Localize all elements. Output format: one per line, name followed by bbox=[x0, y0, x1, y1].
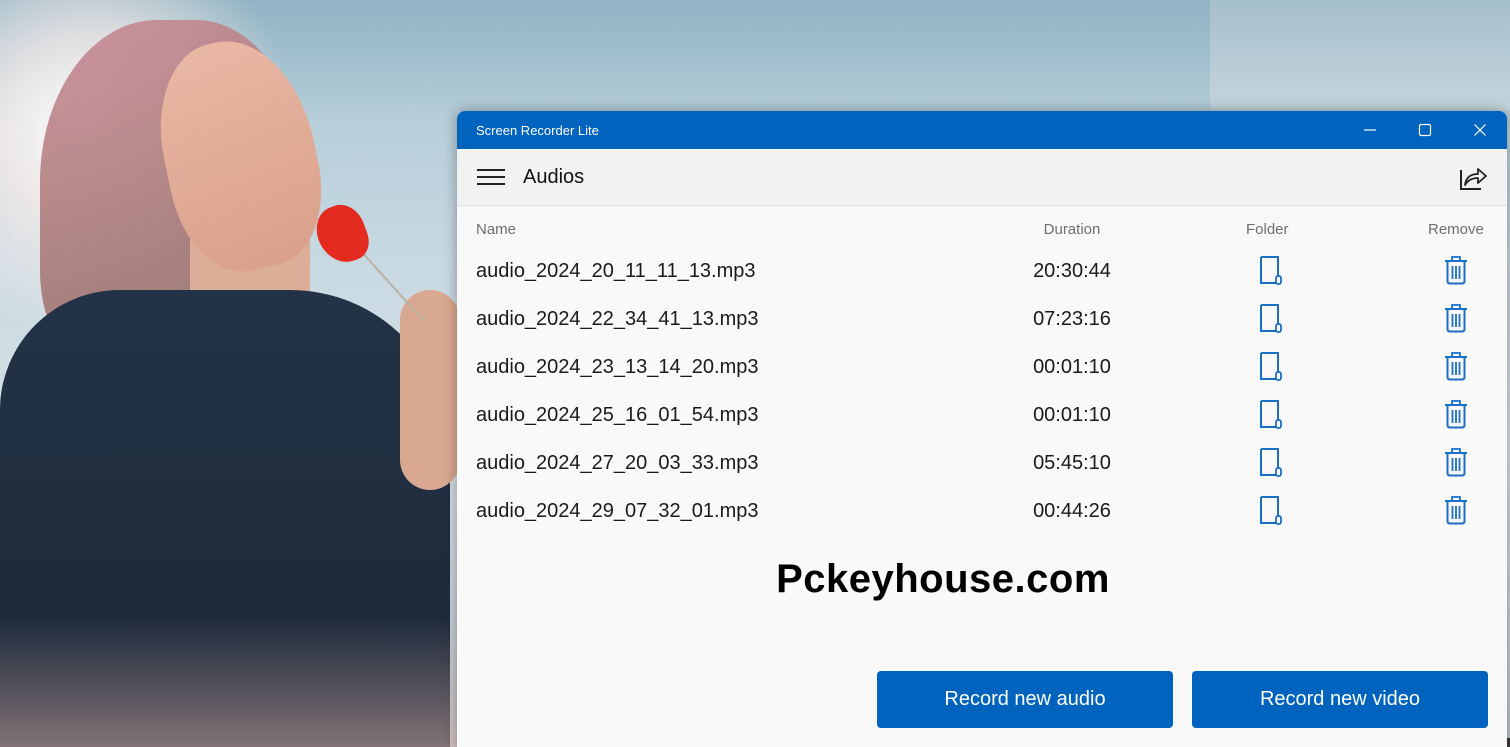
app-window: Screen Recorder Lite Audios Name Duratio… bbox=[457, 111, 1507, 747]
background-grass bbox=[0, 617, 460, 747]
column-header-name[interactable]: Name bbox=[476, 221, 516, 238]
file-name: audio_2024_22_34_41_13.mp3 bbox=[476, 308, 759, 330]
table-row[interactable]: audio_2024_27_20_03_33.mp3 05:45:10 bbox=[457, 444, 1507, 492]
file-duration: 00:44:26 bbox=[1033, 500, 1111, 522]
remove-button[interactable] bbox=[1441, 494, 1471, 526]
file-duration: 20:30:44 bbox=[1033, 260, 1111, 282]
maximize-button[interactable] bbox=[1397, 111, 1452, 149]
close-button[interactable] bbox=[1452, 111, 1507, 149]
file-name: audio_2024_29_07_32_01.mp3 bbox=[476, 500, 759, 522]
file-duration: 00:01:10 bbox=[1033, 356, 1111, 378]
file-duration: 00:01:10 bbox=[1033, 404, 1111, 426]
share-button[interactable] bbox=[1457, 163, 1489, 193]
file-name: audio_2024_25_16_01_54.mp3 bbox=[476, 404, 759, 426]
background-woman-arm bbox=[400, 290, 460, 490]
trash-icon bbox=[1445, 496, 1467, 525]
menu-button[interactable] bbox=[474, 165, 508, 189]
trash-icon bbox=[1445, 400, 1467, 429]
column-header-folder: Folder bbox=[1246, 221, 1289, 238]
file-duration: 05:45:10 bbox=[1033, 452, 1111, 474]
open-folder-icon bbox=[1260, 448, 1282, 477]
window-title: Screen Recorder Lite bbox=[476, 122, 599, 138]
table-body: audio_2024_20_11_11_13.mp3 20:30:44 audi… bbox=[457, 252, 1507, 540]
open-folder-button[interactable] bbox=[1256, 254, 1286, 286]
table-row[interactable]: audio_2024_23_13_14_20.mp3 00:01:10 bbox=[457, 348, 1507, 396]
table-row[interactable]: audio_2024_20_11_11_13.mp3 20:30:44 bbox=[457, 252, 1507, 300]
audio-list: Name Duration Folder Remove audio_2024_2… bbox=[457, 206, 1507, 540]
open-folder-button[interactable] bbox=[1256, 302, 1286, 334]
open-folder-icon bbox=[1260, 304, 1282, 333]
hamburger-menu-icon bbox=[477, 169, 505, 185]
open-folder-button[interactable] bbox=[1256, 446, 1286, 478]
remove-button[interactable] bbox=[1441, 302, 1471, 334]
maximize-icon bbox=[1418, 123, 1431, 137]
table-header: Name Duration Folder Remove bbox=[457, 206, 1507, 252]
background-sky-right bbox=[1210, 0, 1510, 110]
minimize-button[interactable] bbox=[1342, 111, 1397, 149]
window-controls bbox=[1342, 111, 1507, 149]
table-row[interactable]: audio_2024_25_16_01_54.mp3 00:01:10 bbox=[457, 396, 1507, 444]
page-title: Audios bbox=[523, 165, 585, 188]
trash-icon bbox=[1445, 448, 1467, 477]
watermark-text: Pckeyhouse.com bbox=[776, 557, 1110, 601]
remove-button[interactable] bbox=[1441, 350, 1471, 382]
trash-icon bbox=[1445, 256, 1467, 285]
file-name: audio_2024_27_20_03_33.mp3 bbox=[476, 452, 759, 474]
file-duration: 07:23:16 bbox=[1033, 308, 1111, 330]
trash-icon bbox=[1445, 304, 1467, 333]
open-folder-icon bbox=[1260, 400, 1282, 429]
table-row[interactable]: audio_2024_22_34_41_13.mp3 07:23:16 bbox=[457, 300, 1507, 348]
table-row[interactable]: audio_2024_29_07_32_01.mp3 00:44:26 bbox=[457, 492, 1507, 540]
close-icon bbox=[1473, 124, 1486, 136]
app-header: Audios bbox=[457, 149, 1507, 206]
open-folder-icon bbox=[1260, 496, 1282, 525]
open-folder-button[interactable] bbox=[1256, 494, 1286, 526]
open-folder-button[interactable] bbox=[1256, 350, 1286, 382]
file-name: audio_2024_23_13_14_20.mp3 bbox=[476, 356, 759, 378]
record-new-video-button[interactable]: Record new video bbox=[1192, 671, 1488, 728]
remove-button[interactable] bbox=[1441, 254, 1471, 286]
column-header-duration[interactable]: Duration bbox=[1040, 221, 1104, 238]
column-header-remove: Remove bbox=[1428, 221, 1484, 238]
open-folder-icon bbox=[1260, 352, 1282, 381]
open-folder-button[interactable] bbox=[1256, 398, 1286, 430]
file-name: audio_2024_20_11_11_13.mp3 bbox=[476, 260, 756, 282]
minimize-icon bbox=[1363, 129, 1376, 131]
title-bar[interactable]: Screen Recorder Lite bbox=[457, 111, 1507, 149]
remove-button[interactable] bbox=[1441, 446, 1471, 478]
open-folder-icon bbox=[1260, 256, 1282, 285]
trash-icon bbox=[1445, 352, 1467, 381]
record-new-audio-button[interactable]: Record new audio bbox=[877, 671, 1173, 728]
remove-button[interactable] bbox=[1441, 398, 1471, 430]
share-icon bbox=[1460, 168, 1487, 190]
